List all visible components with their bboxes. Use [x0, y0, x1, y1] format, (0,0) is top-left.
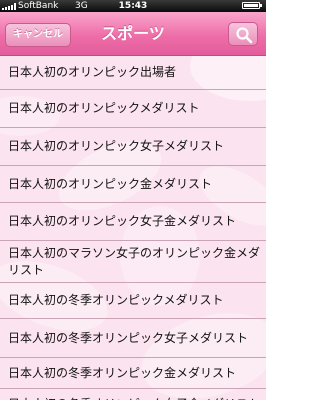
list-item[interactable]: 日本人初の冬季オリンピック女子金メダリスト: [0, 389, 266, 400]
list-item[interactable]: 日本人初のオリンピック女子金メダリスト: [0, 203, 266, 241]
list-item-label: 日本人初のオリンピック女子金メダリスト: [8, 214, 237, 228]
list-item[interactable]: 日本人初のオリンピックメダリスト: [0, 90, 266, 128]
list-item[interactable]: 日本人初のマラソン女子のオリンピック金メダリスト: [0, 241, 266, 283]
list-item[interactable]: 日本人初のオリンピック金メダリスト: [0, 166, 266, 203]
list-item-label: 日本人初の冬季オリンピック女子メダリスト: [8, 330, 249, 345]
list-item-label: 日本人初の冬季オリンピックメダリスト: [8, 293, 224, 307]
list-item[interactable]: 日本人初のオリンピック女子メダリスト: [0, 128, 266, 166]
app-screen: SoftBank 3G 15:43 キャンセル スポーツ 日本人初のオリンピック…: [0, 0, 266, 400]
status-bar: SoftBank 3G 15:43: [0, 0, 266, 12]
list-item[interactable]: 日本人初のオリンピック出場者: [0, 56, 266, 90]
list-item-label: 日本人初の冬季オリンピック女子金メダリスト: [8, 396, 260, 400]
navigation-bar: キャンセル スポーツ: [0, 12, 266, 56]
list-item-label: 日本人初のオリンピック女子メダリスト: [8, 139, 225, 153]
search-icon: [236, 27, 253, 44]
list-item-label: 日本人初のオリンピック出場者: [8, 65, 177, 79]
list-item-label: 日本人初の冬季オリンピック金メダリスト: [8, 365, 237, 380]
battery-icon: [242, 2, 262, 9]
list-container[interactable]: 日本人初のオリンピック出場者 日本人初のオリンピックメダリスト 日本人初のオリンピッ…: [0, 56, 266, 400]
list: 日本人初のオリンピック出場者 日本人初のオリンピックメダリスト 日本人初のオリンピッ…: [0, 56, 266, 400]
search-button[interactable]: [228, 22, 258, 46]
list-item[interactable]: 日本人初の冬季オリンピック女子メダリスト: [0, 319, 266, 358]
status-time: 15:43: [118, 1, 148, 11]
list-item-label: 日本人初のオリンピック金メダリスト: [8, 176, 213, 191]
list-item-label: 日本人初のマラソン女子のオリンピック金メダリスト: [8, 245, 261, 277]
list-item[interactable]: 日本人初の冬季オリンピック金メダリスト: [0, 358, 266, 389]
cancel-button[interactable]: キャンセル: [5, 23, 71, 47]
page-title: スポーツ: [101, 24, 165, 43]
list-item[interactable]: 日本人初の冬季オリンピックメダリスト: [0, 283, 266, 319]
list-item-label: 日本人初のオリンピックメダリスト: [8, 101, 200, 115]
